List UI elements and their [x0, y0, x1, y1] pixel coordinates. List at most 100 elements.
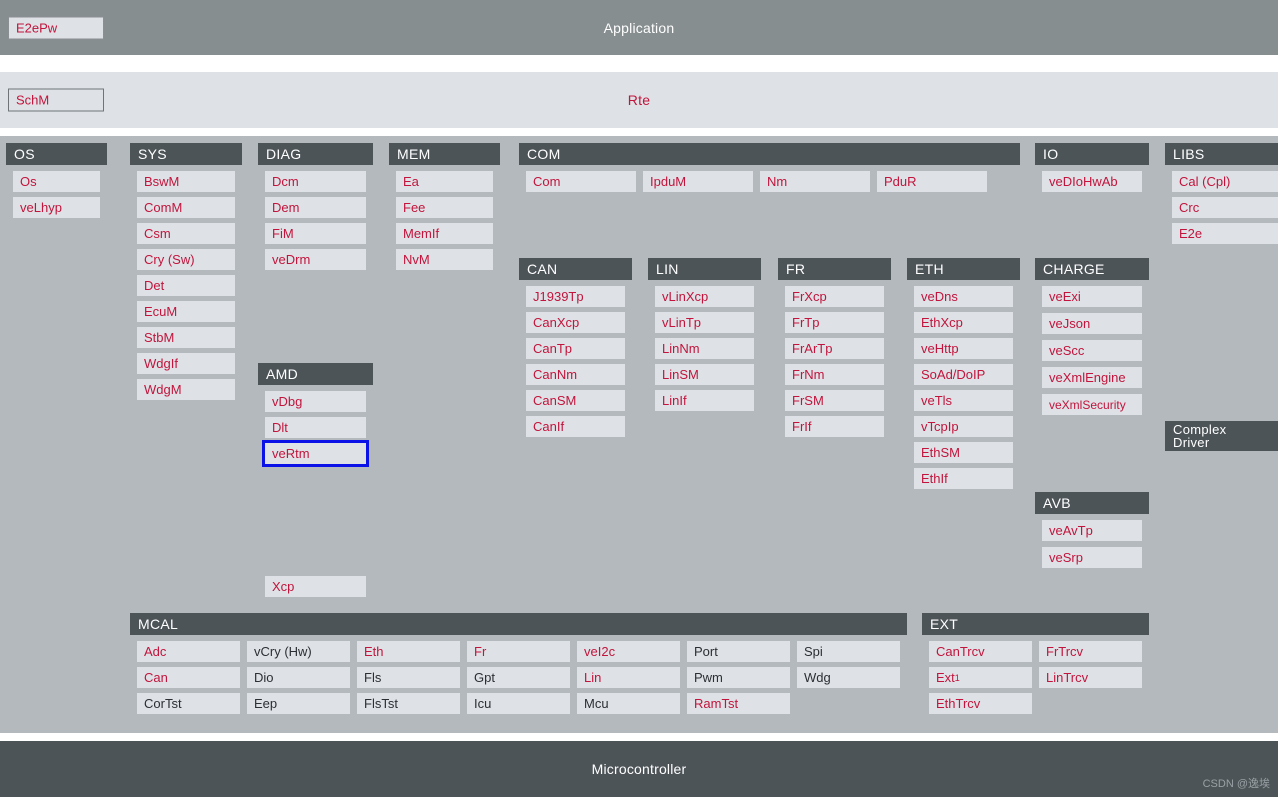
item-adc[interactable]: Adc	[137, 641, 240, 662]
item-ethtrcv[interactable]: EthTrcv	[929, 693, 1032, 714]
panel-mem-items: Ea Fee MemIf NvM	[389, 165, 500, 282]
item-eep[interactable]: Eep	[247, 693, 350, 714]
item-fee[interactable]: Fee	[396, 197, 493, 218]
item-vesrp[interactable]: veSrp	[1042, 547, 1142, 568]
item-cal-cpl[interactable]: Cal (Cpl)	[1172, 171, 1278, 192]
item-linnm[interactable]: LinNm	[655, 338, 754, 359]
item-pwm[interactable]: Pwm	[687, 667, 790, 688]
item-frartp[interactable]: FrArTp	[785, 338, 884, 359]
item-dem[interactable]: Dem	[265, 197, 366, 218]
item-ea[interactable]: Ea	[396, 171, 493, 192]
item-vdbg[interactable]: vDbg	[265, 391, 366, 412]
item-frtrcv[interactable]: FrTrcv	[1039, 641, 1142, 662]
item-det[interactable]: Det	[137, 275, 235, 296]
panel-sys-title: SYS	[130, 143, 242, 165]
item-linsm[interactable]: LinSM	[655, 364, 754, 385]
item-bswm[interactable]: BswM	[137, 171, 235, 192]
item-vescc[interactable]: veScc	[1042, 340, 1142, 361]
item-vedns[interactable]: veDns	[914, 286, 1013, 307]
item-stbm[interactable]: StbM	[137, 327, 235, 348]
item-ipdum[interactable]: IpduM	[643, 171, 753, 192]
item-memif[interactable]: MemIf	[396, 223, 493, 244]
panel-io-title: IO	[1035, 143, 1149, 165]
item-vehttp[interactable]: veHttp	[914, 338, 1013, 359]
item-dio[interactable]: Dio	[247, 667, 350, 688]
item-linif[interactable]: LinIf	[655, 390, 754, 411]
item-wdgif[interactable]: WdgIf	[137, 353, 235, 374]
item-vexmlengine[interactable]: veXmlEngine	[1042, 367, 1142, 388]
item-fim[interactable]: FiM	[265, 223, 366, 244]
item-flstst[interactable]: FlsTst	[357, 693, 460, 714]
item-xcp[interactable]: Xcp	[265, 576, 366, 597]
item-vei2c[interactable]: veI2c	[577, 641, 680, 662]
item-velhyp[interactable]: veLhyp	[13, 197, 100, 218]
item-csm[interactable]: Csm	[137, 223, 235, 244]
item-nm[interactable]: Nm	[760, 171, 870, 192]
item-crc[interactable]: Crc	[1172, 197, 1278, 218]
item-frnm[interactable]: FrNm	[785, 364, 884, 385]
item-ramtst[interactable]: RamTst	[687, 693, 790, 714]
panel-os-title: OS	[6, 143, 107, 165]
item-cantp[interactable]: CanTp	[526, 338, 625, 359]
item-j1939tp[interactable]: J1939Tp	[526, 286, 625, 307]
item-soad-doip[interactable]: SoAd/DoIP	[914, 364, 1013, 385]
item-vcry-hw[interactable]: vCry (Hw)	[247, 641, 350, 662]
item-frtp[interactable]: FrTp	[785, 312, 884, 333]
item-cantrcv[interactable]: CanTrcv	[929, 641, 1032, 662]
item-frsm[interactable]: FrSM	[785, 390, 884, 411]
panel-lin: LIN vLinXcp vLinTp LinNm LinSM LinIf	[648, 258, 761, 602]
item-wdg[interactable]: Wdg	[797, 667, 900, 688]
item-vexmlsecurity[interactable]: veXmlSecurity	[1042, 394, 1142, 415]
item-cansm[interactable]: CanSM	[526, 390, 625, 411]
item-vedrm[interactable]: veDrm	[265, 249, 366, 270]
item-canif[interactable]: CanIf	[526, 416, 625, 437]
item-frif[interactable]: FrIf	[785, 416, 884, 437]
item-vetls[interactable]: veTls	[914, 390, 1013, 411]
microcontroller-band: Microcontroller CSDN @逸埃	[0, 741, 1278, 797]
item-vertm[interactable]: veRtm	[262, 440, 369, 467]
item-ecum[interactable]: EcuM	[137, 301, 235, 322]
watermark-label: CSDN @逸埃	[1202, 778, 1270, 790]
panel-complex-driver-title: Complex Driver	[1165, 421, 1278, 451]
item-fr-mcal[interactable]: Fr	[467, 641, 570, 662]
item-vlinxcp[interactable]: vLinXcp	[655, 286, 754, 307]
item-ethxcp[interactable]: EthXcp	[914, 312, 1013, 333]
complex-driver-title-line2: Driver	[1173, 435, 1210, 450]
item-dcm[interactable]: Dcm	[265, 171, 366, 192]
item-nvm[interactable]: NvM	[396, 249, 493, 270]
item-fls[interactable]: Fls	[357, 667, 460, 688]
item-cortst[interactable]: CorTst	[137, 693, 240, 714]
item-vejson[interactable]: veJson	[1042, 313, 1142, 334]
item-ethif[interactable]: EthIf	[914, 468, 1013, 489]
mcal-column: Port Pwm RamTst	[687, 641, 790, 714]
item-ethsm[interactable]: EthSM	[914, 442, 1013, 463]
item-os[interactable]: Os	[13, 171, 100, 192]
item-wdgm[interactable]: WdgM	[137, 379, 235, 400]
item-lin-mcal[interactable]: Lin	[577, 667, 680, 688]
item-can-mcal[interactable]: Can	[137, 667, 240, 688]
item-vtcpip[interactable]: vTcpIp	[914, 416, 1013, 437]
item-gpt[interactable]: Gpt	[467, 667, 570, 688]
item-pdur[interactable]: PduR	[877, 171, 987, 192]
item-port[interactable]: Port	[687, 641, 790, 662]
item-lintrcv[interactable]: LinTrcv	[1039, 667, 1142, 688]
item-ext1[interactable]: Ext 1	[929, 667, 1032, 688]
item-vlintp[interactable]: vLinTp	[655, 312, 754, 333]
item-veexi[interactable]: veExi	[1042, 286, 1142, 307]
panel-charge-title: CHARGE	[1035, 258, 1149, 280]
item-mcu[interactable]: Mcu	[577, 693, 680, 714]
item-dlt[interactable]: Dlt	[265, 417, 366, 438]
item-comm[interactable]: ComM	[137, 197, 235, 218]
item-cry-sw[interactable]: Cry (Sw)	[137, 249, 235, 270]
item-spi[interactable]: Spi	[797, 641, 900, 662]
item-e2e[interactable]: E2e	[1172, 223, 1278, 244]
item-vediohwab[interactable]: veDIoHwAb	[1042, 171, 1142, 192]
item-veavtp[interactable]: veAvTp	[1042, 520, 1142, 541]
item-frxcp[interactable]: FrXcp	[785, 286, 884, 307]
item-canxcp[interactable]: CanXcp	[526, 312, 625, 333]
panel-com: COM Com IpduM Nm PduR	[519, 143, 1020, 248]
item-eth-mcal[interactable]: Eth	[357, 641, 460, 662]
item-cannm[interactable]: CanNm	[526, 364, 625, 385]
item-com[interactable]: Com	[526, 171, 636, 192]
item-icu[interactable]: Icu	[467, 693, 570, 714]
